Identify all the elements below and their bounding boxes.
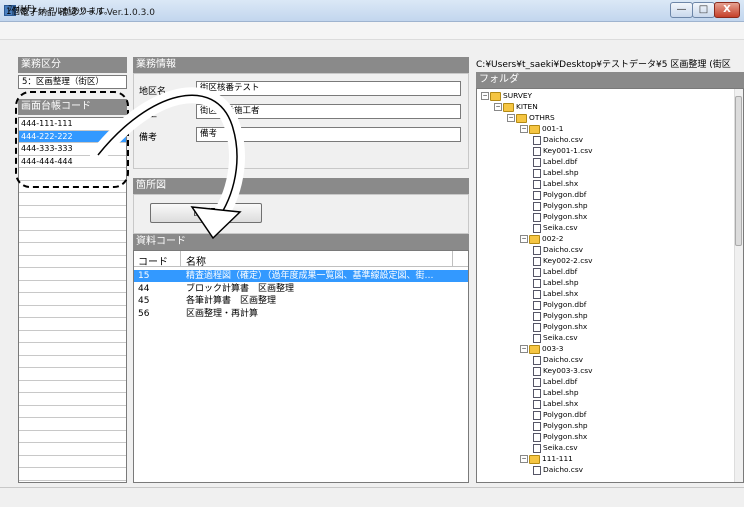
arrow-shaft-fill [90,87,245,230]
arrow-shaft-outline [97,94,238,223]
annotation-overlay [15,87,245,240]
arrow-head [190,206,242,240]
